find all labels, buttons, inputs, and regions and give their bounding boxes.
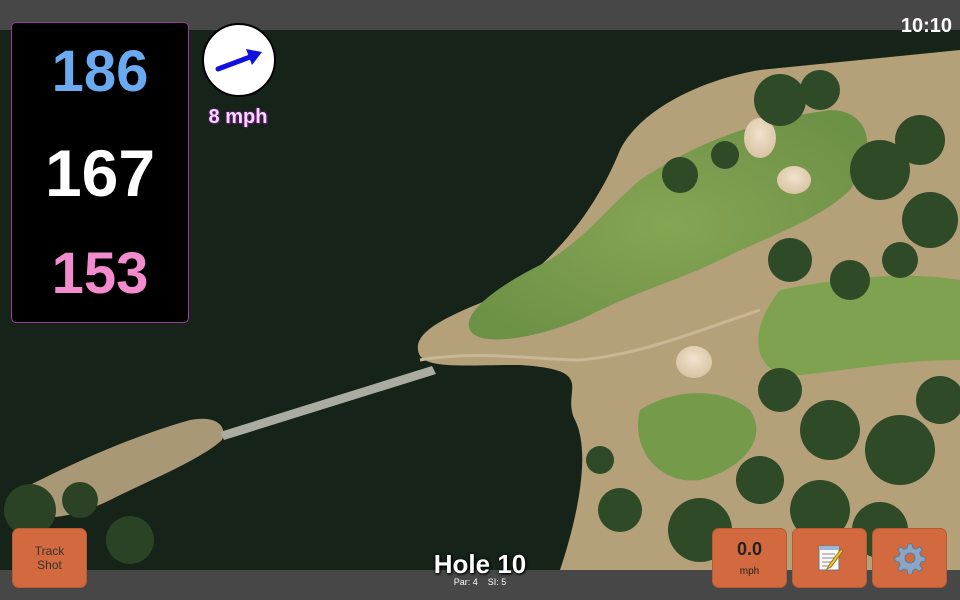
si-label: SI: 5 <box>487 577 507 587</box>
bunker <box>777 166 811 194</box>
middle-distance: 167 <box>44 135 156 210</box>
speed-button[interactable]: 0.0 mph <box>712 528 787 588</box>
settings-button[interactable] <box>872 528 947 588</box>
hole-meta: Par: 4 SI: 5 <box>380 577 580 587</box>
hole-title: Hole 10 <box>433 549 527 579</box>
bunker <box>676 346 712 378</box>
notes-button[interactable] <box>792 528 867 588</box>
track-shot-button[interactable]: Track Shot <box>12 528 87 588</box>
clock: 10:10 <box>900 15 952 37</box>
wind-speed: 8 mph <box>208 106 268 128</box>
back-distance: 186 <box>51 38 149 104</box>
wind-dial <box>202 23 276 97</box>
speed-value: 0.0 <box>736 539 763 559</box>
track-shot-label: Track Shot <box>34 544 65 572</box>
par-label: Par: 4 <box>453 577 478 587</box>
arrow-icon <box>215 49 262 72</box>
gear-icon <box>893 543 926 574</box>
golf-gps-app: 10:10 186 167 153 8 mph Track Shot Hole … <box>0 0 960 600</box>
front-distance: 153 <box>51 240 149 306</box>
notepad-icon <box>818 545 844 571</box>
distance-panel: 186 167 153 <box>11 22 189 323</box>
speed-unit: mph <box>739 566 760 577</box>
hole-info: Hole 10 Par: 4 SI: 5 <box>380 550 580 587</box>
